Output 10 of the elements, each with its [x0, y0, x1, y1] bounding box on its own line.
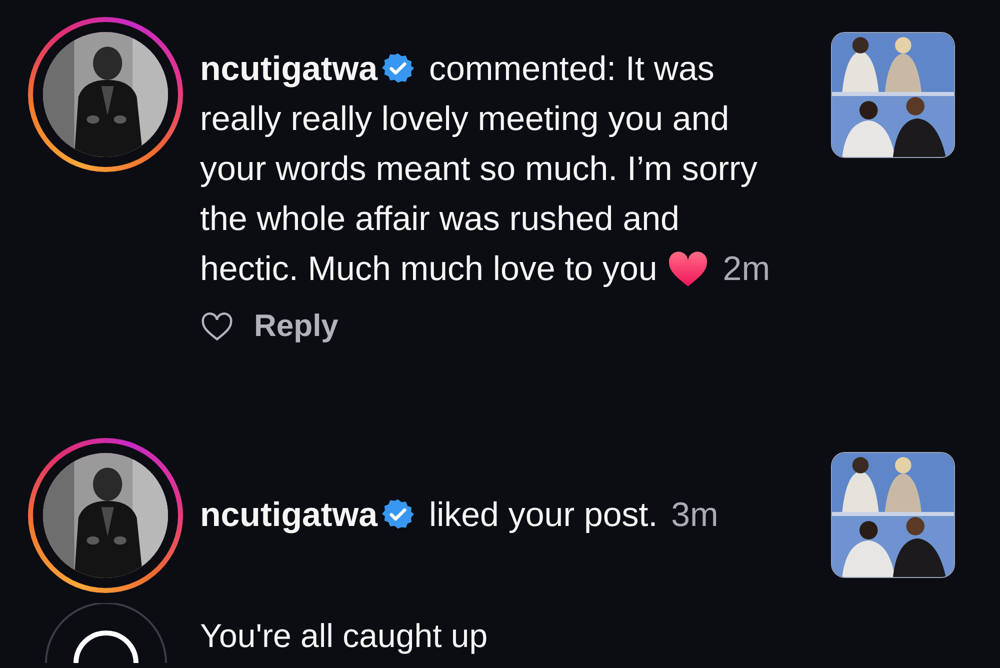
notification-text: ncutigatwa commented: It was really really lovely meeting you and your words meant so much. I’m sorry the whole affair was rushed and hectic. Much much love to you 2m — [200, 49, 772, 290]
heart-icon — [666, 250, 709, 288]
like-heart-icon[interactable] — [200, 310, 234, 342]
timestamp: 2m — [722, 250, 770, 288]
username-link[interactable]: ncutigatwa — [200, 496, 378, 534]
username-link[interactable]: ncutigatwa — [200, 50, 378, 88]
reply-button[interactable]: Reply — [254, 308, 338, 344]
notification-text: ncutigatwa liked your post. 3m — [200, 495, 720, 536]
timestamp: 3m — [671, 496, 718, 534]
caught-up-title: You're all caught up — [200, 617, 488, 655]
